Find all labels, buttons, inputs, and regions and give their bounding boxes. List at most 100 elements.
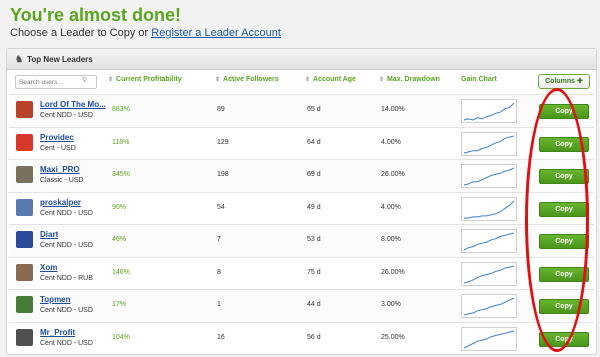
panel-header: ♞ Top New Leaders	[7, 49, 596, 70]
leader-row: Lord Of The Mo... Cent NDD - USD 883% 89 65 …	[9, 94, 594, 127]
gain-line	[464, 200, 515, 218]
header-drawdown[interactable]: ⇕ Max. Drawdown	[379, 76, 440, 83]
leader-account: Cent NDD - USD	[40, 242, 93, 249]
copy-button[interactable]: Copy	[539, 331, 589, 347]
profit-value: 883%	[112, 106, 130, 113]
leader-account: Cent - USD	[40, 144, 76, 152]
avatar[interactable]	[16, 198, 33, 216]
header-age[interactable]: ⇕ Account Age	[305, 76, 356, 83]
drawdown-value: 8.00%	[381, 236, 401, 243]
leader-name-link[interactable]: proskalper	[40, 198, 81, 207]
leader-account: Cent NDD - USD	[40, 209, 93, 217]
followers-value: 8	[217, 268, 221, 276]
gain-chart[interactable]	[461, 229, 517, 253]
header-profitability[interactable]: ⇕ Current Profitability	[108, 76, 182, 83]
copy-button[interactable]: Copy	[539, 266, 589, 282]
gain-sparkline	[463, 167, 515, 186]
age-value: 49 d	[307, 203, 321, 211]
leader-name-link[interactable]: Providec	[40, 133, 74, 142]
age-value: 64 d	[307, 138, 321, 146]
copy-button[interactable]: Copy	[539, 136, 589, 152]
leader-row: Xom Cent NDD - RUB 146% 8 75 d 26.00% Copy	[9, 256, 594, 290]
followers-value: 129	[217, 138, 229, 146]
gain-chart[interactable]	[461, 131, 517, 156]
gain-sparkline	[463, 102, 515, 121]
gain-chart[interactable]	[461, 261, 517, 286]
profit-value: 90%	[112, 203, 127, 211]
column-headers: ⇕ Current Profitability ⇕ Active Followers…	[7, 73, 596, 89]
drawdown-value: 3.00%	[381, 301, 401, 308]
age-value: 56 d	[307, 333, 321, 341]
followers-value: 7	[217, 236, 221, 243]
drawdown-value: 26.00%	[381, 268, 405, 276]
copy-button[interactable]: Copy	[539, 201, 589, 217]
avatar[interactable]	[16, 231, 33, 248]
gain-sparkline	[463, 232, 515, 251]
avatar[interactable]	[16, 166, 33, 183]
followers-value: 198	[217, 171, 229, 178]
columns-button[interactable]: Columns ✚	[538, 74, 590, 89]
copy-button[interactable]: Copy	[539, 234, 589, 249]
leader-row: Providec Cent - USD 118% 129 64 d 4.00% Copy	[9, 126, 594, 160]
drawdown-value: 4.00%	[381, 138, 401, 146]
leader-name-link[interactable]: Xom	[40, 263, 57, 272]
gain-sparkline	[464, 200, 515, 218]
followers-value: 89	[217, 106, 225, 113]
gain-line	[463, 135, 515, 153]
copy-button[interactable]: Copy	[539, 299, 589, 314]
header-followers[interactable]: ⇕ Active Followers	[215, 76, 279, 83]
avatar[interactable]	[16, 296, 33, 313]
age-value: 75 d	[307, 268, 321, 276]
gain-chart[interactable]	[461, 99, 517, 123]
copy-button[interactable]: Copy	[539, 169, 589, 184]
avatar[interactable]	[16, 263, 33, 281]
leader-row: Topmen Cent NDD - USD 17% 1 44 d 3.00% Copy	[9, 289, 594, 322]
gain-chart[interactable]	[461, 164, 517, 188]
users-icon: ♞	[15, 53, 24, 64]
leader-name-link[interactable]: Lord Of The Mo...	[40, 100, 106, 109]
register-leader-link[interactable]: Register a Leader Account	[151, 27, 281, 39]
subtitle: Choose a Leader to Copy or Register a Le…	[10, 27, 281, 39]
gain-sparkline	[463, 297, 515, 316]
gain-chart[interactable]	[461, 294, 517, 318]
leader-account: Cent NDD - USD	[40, 307, 93, 314]
leader-name-link[interactable]: Maxi_PRO	[40, 165, 80, 174]
gain-line	[463, 167, 515, 186]
leader-name-link[interactable]: Diart	[40, 230, 58, 239]
age-value: 65 d	[307, 106, 321, 113]
followers-value: 16	[217, 333, 225, 341]
profit-value: 345%	[112, 171, 130, 178]
leaders-panel: ♞ Top New Leaders ⚲ ⇕Current Profitabili…	[6, 48, 597, 355]
followers-value: 54	[217, 203, 225, 211]
drawdown-value: 25.00%	[381, 333, 405, 341]
avatar[interactable]	[16, 328, 33, 346]
age-value: 69 d	[307, 171, 321, 178]
leader-account: Cent NDD - USD	[40, 339, 93, 347]
profit-value: 17%	[112, 301, 127, 308]
followers-value: 1	[217, 301, 221, 308]
leader-row: Diart Cent NDD - USD 46% 7 53 d 8.00% Copy	[9, 224, 594, 257]
gain-sparkline	[463, 135, 515, 153]
leader-name-link[interactable]: Topmen	[40, 295, 71, 304]
copy-button[interactable]: Copy	[539, 104, 589, 119]
gain-chart[interactable]	[461, 196, 517, 221]
leader-row: Mr_Profit Cent NDD - USD 104% 16 56 d 25.00% C…	[9, 321, 594, 355]
gain-sparkline	[463, 265, 515, 283]
profit-value: 104%	[112, 333, 130, 341]
page-title: You're almost done!	[10, 5, 181, 25]
gain-sparkline	[463, 330, 515, 348]
drawdown-value: 14.00%	[381, 106, 405, 113]
avatar[interactable]	[16, 133, 33, 151]
gain-chart[interactable]	[461, 326, 517, 351]
gain-line	[463, 330, 515, 348]
drawdown-value: 4.00%	[381, 203, 401, 211]
sort-icon: ⇕	[215, 77, 221, 83]
avatar[interactable]	[16, 101, 33, 118]
leader-row: proskalper Cent NDD - USD 90% 54 49 d 4.00% Co…	[9, 191, 594, 225]
plus-icon: ✚	[575, 78, 583, 85]
sort-icon: ⇕	[379, 77, 385, 83]
profit-value: 118%	[112, 138, 130, 146]
gain-line	[463, 232, 515, 251]
gain-line	[463, 102, 515, 121]
leader-name-link[interactable]: Mr_Profit	[40, 328, 75, 337]
